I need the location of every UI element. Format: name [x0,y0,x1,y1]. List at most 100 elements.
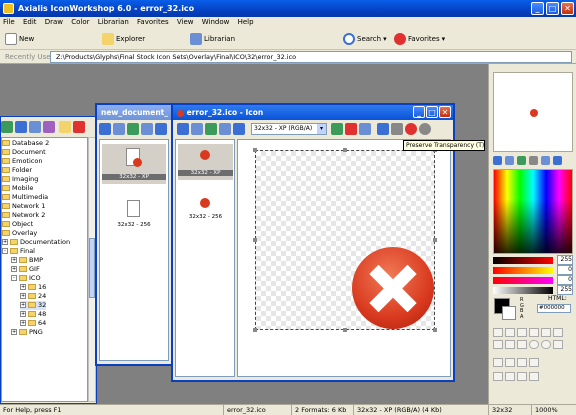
menu-file[interactable]: File [0,18,18,26]
expand-icon[interactable]: + [11,266,17,272]
value-g[interactable]: 0 [557,265,573,275]
search-button[interactable]: Search ▾ [343,31,387,47]
fill-tool-icon[interactable] [541,328,551,337]
expand-icon[interactable]: + [11,329,17,335]
tool-icon[interactable] [419,123,431,135]
new-folder-icon[interactable] [59,121,71,133]
tree-item[interactable]: + BMP [11,256,43,265]
brush-size-icon[interactable] [505,358,515,367]
preview-tool-icon[interactable] [529,156,538,165]
brush-size-icon[interactable] [505,372,515,381]
pencil-tool-icon[interactable] [505,328,515,337]
format-item[interactable]: 32x32 - 256 [102,198,166,238]
value-a[interactable]: 255 [557,285,573,295]
new-document-titlebar[interactable]: new_document_ [97,105,171,120]
color-palette[interactable] [493,169,573,254]
minimize-button[interactable]: _ [531,2,544,15]
format-item[interactable]: 32x32 - 256 [178,192,233,228]
format-icon[interactable] [205,123,217,135]
rect-tool-icon[interactable] [505,340,515,349]
format-icon[interactable] [155,123,167,135]
menu-edit[interactable]: Edit [20,18,40,26]
maximize-button[interactable]: □ [426,106,438,118]
format-icon[interactable] [233,123,245,135]
tree-item[interactable]: + PNG [11,328,43,337]
tree-item[interactable]: Overlay [2,229,37,238]
slider-r[interactable] [493,257,553,264]
explorer-button[interactable]: Explorer [102,31,145,47]
tree-item[interactable]: Network 2 [2,211,45,220]
save-icon[interactable] [99,123,111,135]
tree-item[interactable]: Document [2,148,46,157]
tree-tool-icon[interactable] [1,121,13,133]
menu-color[interactable]: Color [68,18,92,26]
tree-item[interactable]: +16 [20,283,46,292]
brush-size-icon[interactable] [517,358,527,367]
tree-item[interactable]: - ICO [11,274,41,283]
tree-item[interactable]: + GIF [11,265,40,274]
tree-item[interactable]: +64 [20,319,46,328]
brush-tool-icon[interactable] [517,328,527,337]
tree-item[interactable]: Object [2,220,33,229]
expand-icon[interactable]: + [20,302,26,308]
collapse-icon[interactable]: - [11,275,17,281]
preview-tool-icon[interactable] [505,156,514,165]
format-item-selected[interactable]: 32x32 - XP [178,144,233,180]
tree-tool-icon[interactable] [15,121,27,133]
icon-canvas[interactable] [255,150,435,330]
preserve-transparency-icon[interactable] [405,123,417,135]
tool-icon[interactable] [377,123,389,135]
tree-item[interactable]: Database 2 [2,139,49,148]
tree-item-selected[interactable]: +32 [20,301,47,310]
ellipse-tool-icon[interactable] [529,340,539,349]
select-tool-icon[interactable] [493,328,503,337]
menu-draw[interactable]: Draw [42,18,66,26]
format-icon[interactable] [127,123,139,135]
menu-help[interactable]: Help [235,18,257,26]
collapse-icon[interactable]: - [2,248,8,254]
delete-icon[interactable] [73,121,85,133]
resize-handle[interactable] [253,148,257,152]
expand-icon[interactable]: + [20,284,26,290]
ellipse-fill-tool-icon[interactable] [541,340,551,349]
slider-a[interactable] [493,287,553,294]
recent-path-field[interactable]: Z:\Products\Glyphs\Final Stock Icon Sets… [50,51,572,63]
expand-icon[interactable]: + [11,257,17,263]
expand-icon[interactable]: + [2,239,8,245]
maximize-button[interactable]: □ [546,2,559,15]
line-tool-icon[interactable] [493,340,503,349]
grid-icon[interactable] [391,123,403,135]
menu-view[interactable]: View [174,18,197,26]
secondary-color-swatch[interactable] [502,306,516,320]
minimize-button[interactable]: _ [413,106,425,118]
tree-item[interactable]: - Final [2,247,35,256]
expand-icon[interactable]: + [20,311,26,317]
tree-item[interactable]: + Documentation [2,238,70,247]
format-icon[interactable] [191,123,203,135]
value-r[interactable]: 255 [557,255,573,265]
expand-icon[interactable]: + [20,320,26,326]
resize-handle[interactable] [433,328,437,332]
value-b[interactable]: 0 [557,275,573,285]
resize-handle[interactable] [433,238,437,242]
resize-handle[interactable] [343,328,347,332]
slider-g[interactable] [493,267,553,274]
tree-tool-icon[interactable] [43,121,55,133]
brush-size-icon[interactable] [517,372,527,381]
format-icon[interactable] [113,123,125,135]
format-icon[interactable] [141,123,153,135]
tool-icon[interactable] [331,123,343,135]
tool-icon[interactable] [345,123,357,135]
resize-handle[interactable] [253,238,257,242]
brush-size-icon[interactable] [529,372,539,381]
preview-tool-icon[interactable] [493,156,502,165]
rect-fill-tool-icon[interactable] [517,340,527,349]
brush-size-icon[interactable] [493,358,503,367]
new-button[interactable]: New [5,31,34,47]
tree-tool-icon[interactable] [29,121,41,133]
tree-item[interactable]: Multimedia [2,193,48,202]
menu-favorites[interactable]: Favorites [134,18,172,26]
expand-icon[interactable]: + [20,293,26,299]
preview-tool-icon[interactable] [517,156,526,165]
favorites-button[interactable]: Favorites ▾ [394,31,445,47]
